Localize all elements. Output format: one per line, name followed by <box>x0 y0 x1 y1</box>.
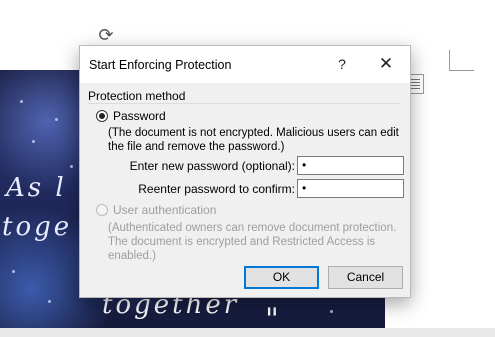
close-icon[interactable]: ✕ <box>374 52 398 76</box>
sparkle <box>48 300 51 303</box>
ok-button[interactable]: OK <box>244 266 319 289</box>
document-text-line-2: toge <box>2 212 73 242</box>
rotate-handle-icon[interactable]: ⟳ <box>96 25 116 45</box>
sparkle <box>20 100 23 103</box>
sparkle <box>55 118 58 121</box>
page-corner-marker <box>449 50 474 71</box>
password-description: (The document is not encrypted. Maliciou… <box>108 127 399 153</box>
new-password-label: Enter new password (optional): <box>129 159 295 173</box>
sparkle <box>32 140 35 143</box>
cancel-button[interactable]: Cancel <box>328 266 403 289</box>
password-radio-label[interactable]: Password <box>113 109 166 123</box>
sparkle <box>70 165 73 168</box>
confirm-password-label: Reenter password to confirm: <box>138 182 295 196</box>
password-radio[interactable] <box>96 110 108 122</box>
user-authentication-label[interactable]: User authentication <box>113 203 216 217</box>
new-password-input[interactable]: • <box>297 156 404 175</box>
user-authentication-description: (Authenticated owners can remove documen… <box>108 222 397 262</box>
section-divider <box>88 103 400 104</box>
start-enforcing-protection-dialog: Start Enforcing Protection ? ✕ Protectio… <box>79 45 411 298</box>
document-text-line-1: As l <box>6 173 67 203</box>
protection-method-label: Protection method <box>88 89 186 103</box>
sparkle <box>330 310 333 313</box>
document-quote-mark: " <box>265 302 279 337</box>
confirm-password-input[interactable]: • <box>297 179 404 198</box>
dialog-title: Start Enforcing Protection <box>89 58 232 72</box>
help-button[interactable]: ? <box>330 52 354 76</box>
sparkle <box>12 270 15 273</box>
dialog-titlebar[interactable]: Start Enforcing Protection ? ✕ <box>80 46 410 83</box>
user-authentication-radio[interactable] <box>96 204 108 216</box>
